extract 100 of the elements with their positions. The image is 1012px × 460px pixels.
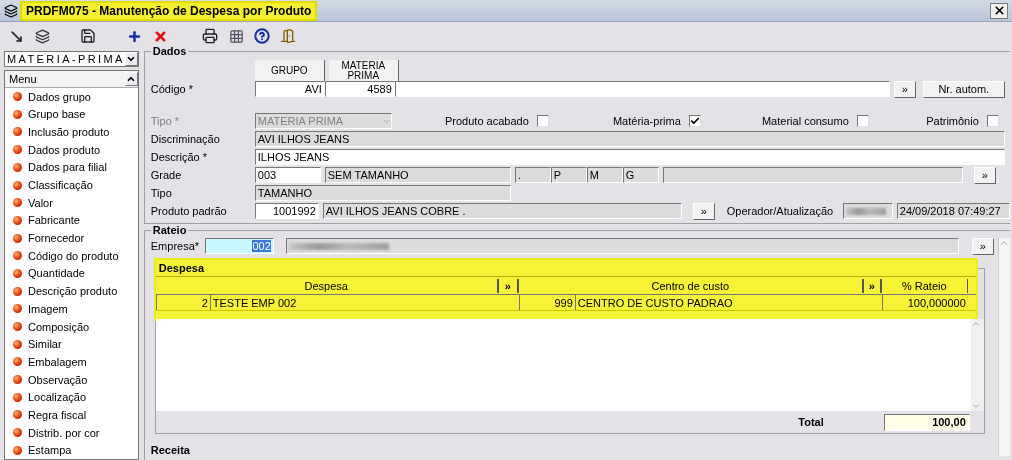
field-label: Grade <box>150 169 183 181</box>
app-icon <box>4 3 18 18</box>
lookup-button[interactable]: » <box>893 80 916 98</box>
column-header: MATERIA PRIMA <box>328 60 399 82</box>
field-label: Código * <box>150 83 194 95</box>
field-label: Tipo * <box>150 115 181 127</box>
printer-icon[interactable] <box>202 28 218 44</box>
menu-item[interactable]: Estampa <box>28 444 72 457</box>
code-field[interactable]: 4589 <box>324 81 395 97</box>
field-label: Descrição * <box>150 151 209 163</box>
menu-item[interactable]: Similar <box>28 338 62 351</box>
checkbox-label: Patrimônio <box>926 115 979 127</box>
bullet-icon <box>13 339 22 349</box>
column-header: Centro de custo <box>518 278 863 293</box>
plus-icon[interactable] <box>126 28 142 44</box>
menu-item[interactable]: Grupo base <box>28 108 86 121</box>
door-icon[interactable] <box>280 28 296 44</box>
checkbox[interactable] <box>856 115 869 127</box>
field-label: Discriminação <box>150 133 221 145</box>
checkbox[interactable] <box>688 115 701 127</box>
total-label: Total <box>798 416 824 428</box>
column-header: GRUPO <box>254 60 325 82</box>
bullet-icon <box>13 251 22 261</box>
section-title: Rateio <box>150 224 189 236</box>
category-dropdown[interactable]: MATERIA-PRIMA <box>4 51 139 67</box>
menu-item[interactable]: Localização <box>28 391 87 404</box>
menu-item[interactable]: Valor <box>28 196 53 209</box>
menu-item[interactable]: Fornecedor <box>28 232 85 245</box>
bullet-icon <box>13 162 22 172</box>
lookup-button[interactable]: » <box>497 278 519 293</box>
help-icon[interactable] <box>254 28 270 44</box>
close-button[interactable] <box>990 2 1008 19</box>
bullet-icon <box>13 392 22 402</box>
text-field[interactable] <box>394 81 890 97</box>
bullet-icon <box>13 428 22 438</box>
save-icon[interactable] <box>80 28 96 44</box>
bullet-icon <box>13 198 22 208</box>
scrollbar[interactable] <box>997 238 1010 456</box>
scroll-up-button[interactable] <box>124 71 138 86</box>
bullet-icon <box>13 357 22 367</box>
menu-item[interactable]: Observação <box>28 373 88 386</box>
size-cell: P <box>550 167 587 183</box>
size-cell: G <box>622 167 659 183</box>
checkbox[interactable] <box>536 115 549 127</box>
column-header: % Rateio <box>881 278 968 293</box>
table-cell: 999 <box>518 295 575 310</box>
menu-item[interactable]: Composição <box>28 320 90 333</box>
menu-item[interactable]: Imagem <box>28 302 68 315</box>
bullet-icon <box>13 127 22 137</box>
menu-item[interactable]: Distrib. por cor <box>28 426 100 439</box>
code-field[interactable]: 003 <box>254 167 321 183</box>
menu-item[interactable]: Classificação <box>28 179 93 191</box>
lookup-button[interactable]: » <box>692 202 715 220</box>
menu-item[interactable]: Inclusão produto <box>28 125 110 138</box>
bullet-icon <box>13 375 22 385</box>
bullet-icon <box>13 268 22 278</box>
bullet-icon <box>13 445 22 455</box>
section-title: Despesa <box>155 260 976 277</box>
field-label: Tipo <box>150 187 173 199</box>
caret-icon <box>126 54 137 64</box>
lookup-button[interactable]: » <box>973 166 996 184</box>
field-label: Produto padrão <box>150 205 228 217</box>
company-code-field[interactable]: 002 <box>204 238 274 254</box>
bullet-icon <box>13 180 22 190</box>
auto-number-button[interactable]: Nr. autom. <box>922 80 1005 98</box>
bullet-icon <box>13 145 22 155</box>
dropdown-button[interactable] <box>124 52 138 66</box>
bullet-icon <box>13 92 22 102</box>
bullet-icon <box>13 215 22 225</box>
table-cell: TESTE EMP 002 <box>209 295 519 310</box>
menu-item[interactable]: Descrição produto <box>28 285 118 298</box>
field-label: Empresa* <box>150 240 201 252</box>
arrow-icon[interactable] <box>8 28 24 44</box>
bullet-icon <box>13 109 22 119</box>
code-field[interactable]: AVI <box>254 81 325 97</box>
lookup-button[interactable]: » <box>971 237 994 255</box>
date-field: 24/09/2018 07:49:27 <box>896 203 1010 219</box>
blurred-field <box>842 203 893 219</box>
bullet-icon <box>13 322 22 331</box>
text-field[interactable]: ILHOS JEANS <box>254 149 1005 165</box>
code-field[interactable]: 1001992 <box>254 203 319 219</box>
menu-item[interactable]: Regra fiscal <box>28 408 87 421</box>
menu-item[interactable]: Quantidade <box>28 267 85 280</box>
section-title: Dados <box>150 45 189 57</box>
menu-header: Menu <box>9 72 37 85</box>
menu-item[interactable]: Dados para filial <box>28 161 107 174</box>
column-header: Despesa <box>155 278 498 293</box>
menu-item[interactable]: Código do produto <box>28 249 119 262</box>
checkbox-label: Material consumo <box>761 115 849 127</box>
menu-item[interactable]: Dados produto <box>28 143 101 156</box>
checkbox-label: Produto acabado <box>445 115 529 127</box>
checkbox[interactable] <box>986 115 999 127</box>
menu-item[interactable]: Embalagem <box>28 355 87 368</box>
menu-item[interactable]: Fabricante <box>28 214 80 227</box>
size-cell: . <box>514 167 551 183</box>
lookup-button[interactable]: » <box>862 278 882 293</box>
bullet-icon <box>13 410 22 420</box>
bullet-icon <box>13 304 22 314</box>
menu-item[interactable]: Dados grupo <box>28 90 91 103</box>
bullet-icon <box>13 286 22 296</box>
